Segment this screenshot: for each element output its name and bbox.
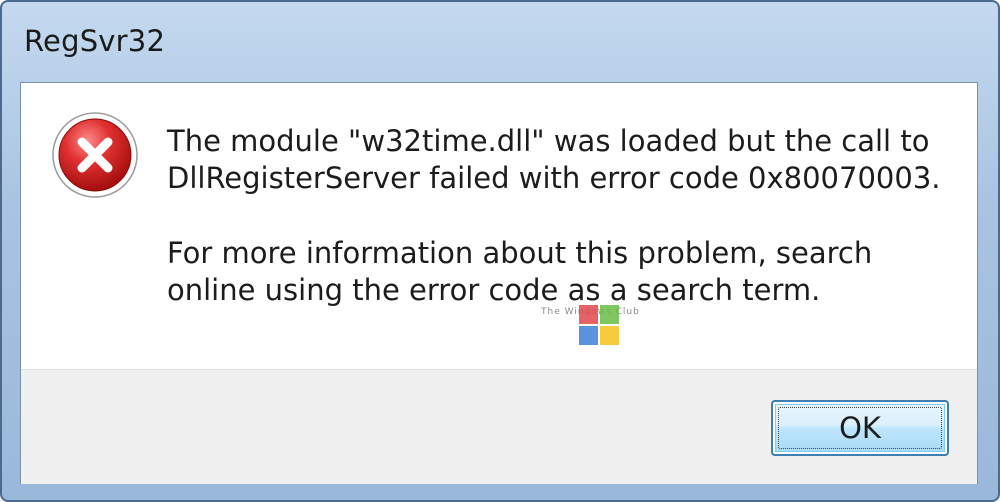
button-bar: OK bbox=[21, 369, 977, 484]
error-icon bbox=[52, 112, 138, 198]
message-primary: The module "w32time.dll" was loaded but … bbox=[167, 124, 941, 195]
message-secondary: For more information about this problem,… bbox=[167, 236, 873, 307]
dialog-client-area: The module "w32time.dll" was loaded but … bbox=[20, 82, 978, 484]
message-area: The module "w32time.dll" was loaded but … bbox=[21, 83, 977, 369]
ok-button-label: OK bbox=[839, 411, 881, 445]
window-title: RegSvr32 bbox=[24, 24, 166, 58]
windows-logo-watermark-icon bbox=[579, 305, 619, 345]
dialog-window: RegSvr32 The module "w32time.dll" was lo… bbox=[0, 0, 1000, 502]
ok-button[interactable]: OK bbox=[771, 400, 949, 456]
title-bar[interactable]: RegSvr32 bbox=[2, 2, 998, 82]
error-message: The module "w32time.dll" was loaded but … bbox=[167, 123, 967, 309]
